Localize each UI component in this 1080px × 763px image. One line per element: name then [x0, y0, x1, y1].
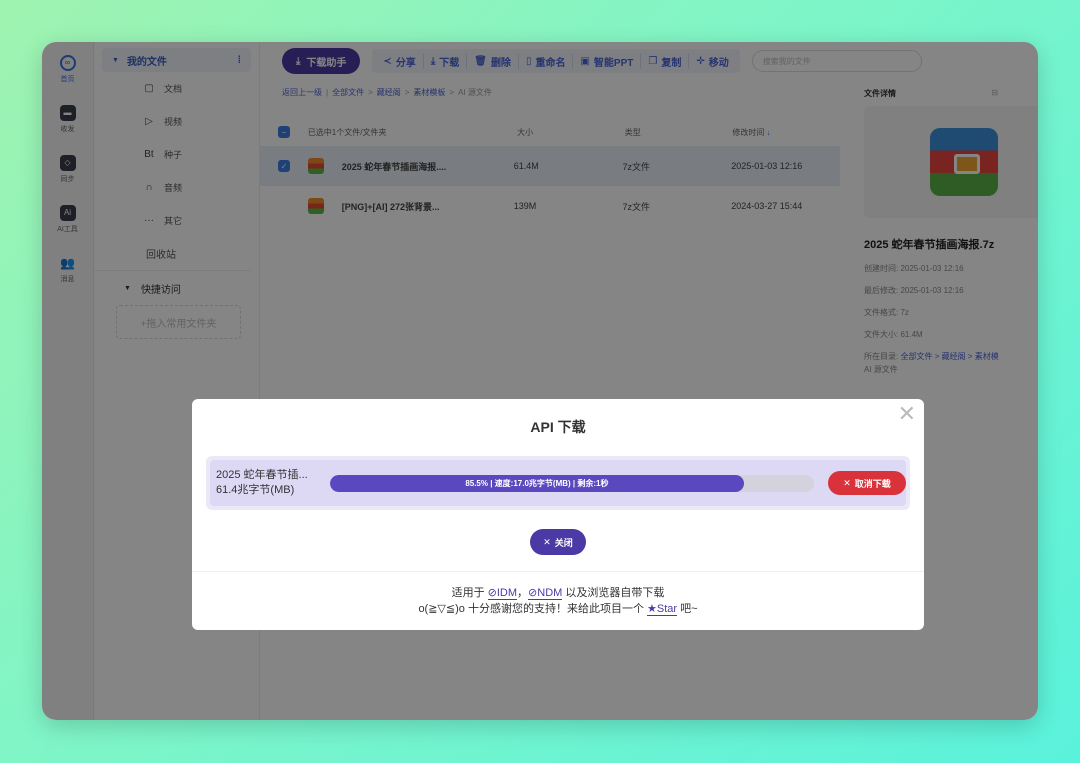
modal-divider [192, 571, 924, 572]
download-task: 2025 蛇年春节插... 61.4兆字节(MB) 85.5% | 速度:17.… [206, 456, 910, 510]
close-icon: ✕ [543, 536, 551, 547]
footer-line-1: 适用于 ⊘IDM，⊘NDM 以及浏览器自带下载 [451, 587, 665, 600]
close-button[interactable]: ✕ 关闭 [530, 529, 586, 555]
modal-title: API 下载 [530, 419, 586, 435]
ndm-link-label: NDM [537, 587, 563, 599]
footer-suffix: 以及浏览器自带下载 [565, 587, 665, 599]
cancel-download-label: 取消下载 [854, 478, 891, 489]
modal-footer: 适用于 ⊘IDM，⊘NDM 以及浏览器自带下载 o(≧▽≦)o 十分感谢您的支持… [192, 585, 924, 617]
api-download-modal: ✕ API 下载 2025 蛇年春节插... 61.4兆字节(MB) 85.5%… [192, 399, 924, 630]
star-link[interactable]: ★Star [647, 603, 678, 616]
idm-link[interactable]: ⊘IDM [487, 587, 518, 600]
link-icon: ⊘ [487, 587, 497, 599]
footer-end: 吧~ [680, 603, 698, 615]
close-icon[interactable]: ✕ [898, 403, 916, 425]
ndm-link[interactable]: ⊘NDM [528, 587, 563, 600]
link-icon: ⊘ [528, 587, 538, 599]
progress-text: 85.5% | 速度:17.0兆字节(MB) | 剩余:1秒 [465, 478, 609, 488]
footer-thanks: o(≧▽≦)o 十分感谢您的支持！来给此项目一个 [418, 603, 644, 615]
task-info: 2025 蛇年春节插... 61.4兆字节(MB) [210, 468, 322, 498]
download-task-inner: 2025 蛇年春节插... 61.4兆字节(MB) 85.5% | 速度:17.… [210, 460, 906, 506]
idm-link-label: IDM [496, 587, 518, 599]
footer-prefix: 适用于 [451, 587, 485, 599]
task-file-size: 61.4兆字节(MB) [216, 484, 295, 496]
cancel-download-button[interactable]: ✕ 取消下载 [828, 471, 906, 495]
task-file-name: 2025 蛇年春节插... [216, 469, 308, 481]
footer-line-2: o(≧▽≦)o 十分感谢您的支持！来给此项目一个 ★Star 吧~ [192, 601, 924, 617]
progress-bar: 85.5% | 速度:17.0兆字节(MB) | 剩余:1秒 [330, 474, 814, 492]
close-icon: ✕ [843, 477, 851, 488]
close-label: 关闭 [554, 537, 573, 548]
